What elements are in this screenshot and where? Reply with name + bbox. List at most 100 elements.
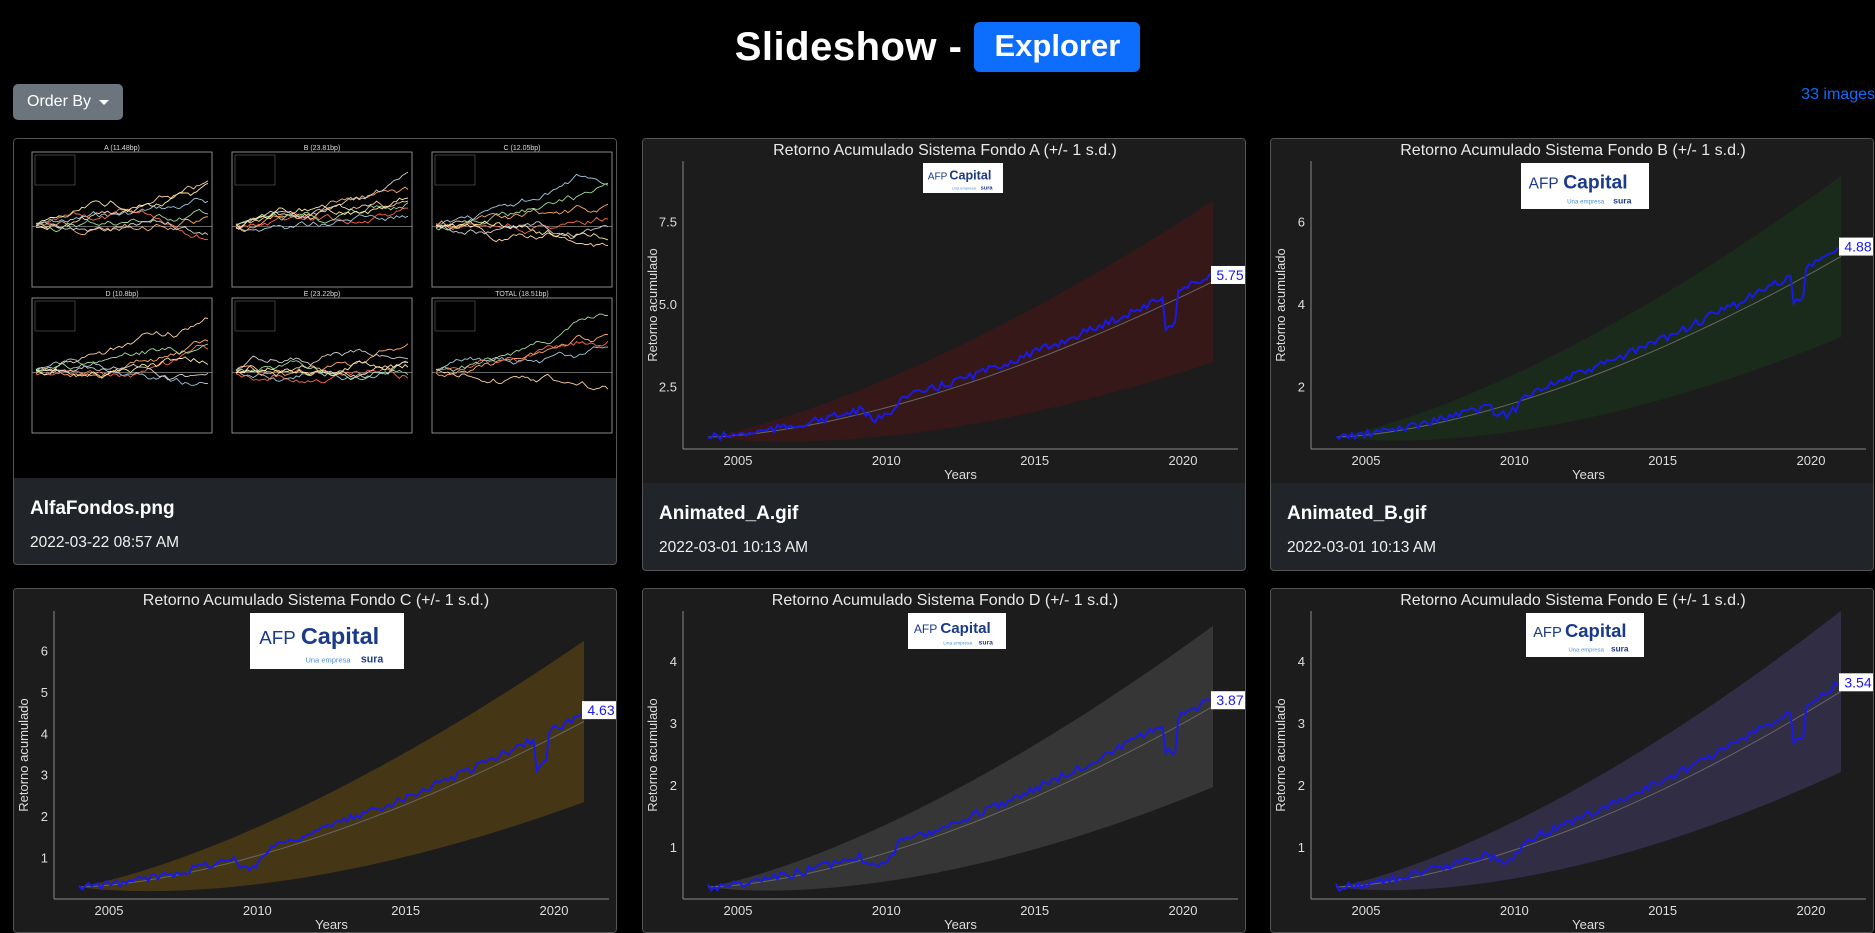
- last-value-label: 3.54: [1844, 674, 1871, 690]
- x-tick-label: 2010: [1500, 903, 1529, 918]
- x-tick-label: 2020: [1797, 453, 1826, 468]
- fund-chart: Retorno Acumulado Sistema Fondo A (+/- 1…: [643, 139, 1245, 484]
- logo-tagline: Una empresa: [1568, 648, 1604, 654]
- page-title: Slideshow - Explorer: [0, 22, 1875, 72]
- logo-capital: Capital: [301, 623, 379, 649]
- afp-capital-logo: AFP Capital Una empresa sura: [923, 163, 1003, 193]
- card-filename: AlfaFondos.png: [30, 498, 175, 519]
- logo-afp: AFP: [1529, 175, 1559, 192]
- y-tick-label: 4: [670, 654, 677, 669]
- card-date: 2022-03-01 10:13 AM: [659, 539, 809, 556]
- chart-title: Retorno Acumulado Sistema Fondo C (+/- 1…: [143, 592, 489, 609]
- card-thumbnail[interactable]: Retorno Acumulado Sistema Fondo D (+/- 1…: [643, 589, 1245, 932]
- logo-capital: Capital: [949, 169, 991, 183]
- x-tick-label: 2010: [872, 453, 901, 468]
- logo-capital: Capital: [940, 620, 990, 637]
- x-tick-label: 2010: [243, 903, 272, 918]
- card-thumbnail[interactable]: Retorno Acumulado Sistema Fondo A (+/- 1…: [643, 139, 1245, 484]
- chart-title: Retorno Acumulado Sistema Fondo D (+/- 1…: [772, 592, 1118, 609]
- mini-legend: [34, 154, 76, 186]
- afp-capital-logo: AFP Capital Una empresa sura: [908, 613, 1006, 649]
- x-tick-label: 2015: [1020, 453, 1049, 468]
- x-axis-label: Years: [1572, 467, 1605, 482]
- x-tick-label: 2020: [1169, 903, 1198, 918]
- y-tick-label: 1: [1298, 840, 1305, 855]
- order-by-dropdown[interactable]: Order By: [13, 84, 124, 120]
- mini-panel: A (11.48bp): [31, 145, 213, 288]
- multi-panel-chart: A (11.48bp) B (23.81bp) C (12.05bp) D (10.8…: [14, 139, 616, 478]
- x-axis-label: Years: [944, 467, 977, 482]
- x-tick-label: 2005: [724, 453, 753, 468]
- logo-sura: sura: [1613, 195, 1632, 205]
- logo-afp: AFP: [914, 622, 938, 636]
- mini-panel-title: TOTAL (18.51bp): [495, 291, 549, 298]
- x-tick-label: 2005: [724, 903, 753, 918]
- logo-afp: AFP: [928, 172, 948, 183]
- x-tick-label: 2005: [1352, 903, 1381, 918]
- card-thumbnail[interactable]: Retorno Acumulado Sistema Fondo C (+/- 1…: [14, 589, 616, 932]
- y-axis-label: Retorno acumulado: [16, 698, 31, 811]
- image-card-animated-b[interactable]: Retorno Acumulado Sistema Fondo B (+/- 1…: [1270, 138, 1874, 571]
- mini-panel-title: C (12.05bp): [504, 145, 541, 152]
- page-header: Slideshow - Explorer: [0, 0, 1875, 80]
- logo-tagline: Una empresa: [952, 185, 977, 190]
- last-value-label: 4.88: [1844, 239, 1871, 255]
- mini-panel: D (10.8bp): [31, 291, 213, 434]
- x-tick-label: 2020: [540, 903, 569, 918]
- explorer-button[interactable]: Explorer: [974, 22, 1141, 72]
- x-axis-label: Years: [944, 917, 977, 932]
- y-axis-label: Retorno acumulado: [1273, 248, 1288, 361]
- card-date: 2022-03-22 08:57 AM: [30, 534, 180, 551]
- mini-legend: [434, 154, 476, 186]
- y-tick-label: 6: [1298, 214, 1305, 229]
- chart-title: Retorno Acumulado Sistema Fondo B (+/- 1…: [1400, 142, 1746, 159]
- y-tick-label: 5: [41, 685, 48, 700]
- card-filename: Animated_A.gif: [659, 503, 799, 524]
- y-tick-label: 2: [670, 778, 677, 793]
- logo-tagline: Una empresa: [1567, 198, 1605, 205]
- image-card-animated-e[interactable]: Retorno Acumulado Sistema Fondo E (+/- 1…: [1270, 588, 1874, 933]
- x-tick-label: 2015: [1648, 903, 1677, 918]
- mini-panel: B (23.81bp): [231, 145, 413, 288]
- mini-legend: [234, 300, 276, 332]
- mini-legend: [234, 154, 276, 186]
- mini-panel-title: B (23.81bp): [304, 145, 341, 152]
- afp-capital-logo: AFP Capital Una empresa sura: [1526, 613, 1644, 657]
- logo-tagline: Una empresa: [305, 655, 351, 664]
- x-tick-label: 2010: [872, 903, 901, 918]
- fund-chart: Retorno Acumulado Sistema Fondo B (+/- 1…: [1271, 139, 1873, 484]
- caret-down-icon: [99, 99, 110, 105]
- y-axis-label: Retorno acumulado: [645, 698, 660, 811]
- y-tick-label: 2: [41, 809, 48, 824]
- x-tick-label: 2005: [95, 903, 124, 918]
- logo-sura: sura: [361, 653, 383, 665]
- image-card-animated-d[interactable]: Retorno Acumulado Sistema Fondo D (+/- 1…: [642, 588, 1246, 933]
- card-thumbnail[interactable]: Retorno Acumulado Sistema Fondo E (+/- 1…: [1271, 589, 1873, 932]
- y-tick-label: 2.5: [659, 380, 677, 395]
- card-date: 2022-03-01 10:13 AM: [1287, 539, 1437, 556]
- fund-chart: Retorno Acumulado Sistema Fondo D (+/- 1…: [643, 589, 1245, 932]
- chart-title: Retorno Acumulado Sistema Fondo E (+/- 1…: [1400, 592, 1746, 609]
- x-tick-label: 2020: [1169, 453, 1198, 468]
- logo-capital: Capital: [1563, 172, 1627, 193]
- mini-panel-title: A (11.48bp): [104, 145, 140, 152]
- fund-chart: Retorno Acumulado Sistema Fondo E (+/- 1…: [1271, 589, 1873, 932]
- fund-chart: Retorno Acumulado Sistema Fondo C (+/- 1…: [14, 589, 616, 932]
- afp-capital-logo: AFP Capital Una empresa sura: [250, 613, 404, 669]
- image-card-animated-c[interactable]: Retorno Acumulado Sistema Fondo C (+/- 1…: [13, 588, 617, 933]
- image-count[interactable]: 33 images: [1801, 86, 1875, 104]
- y-tick-label: 4: [1298, 297, 1305, 312]
- card-thumbnail[interactable]: A (11.48bp) B (23.81bp) C (12.05bp) D (10.8…: [14, 139, 616, 478]
- y-tick-label: 2: [1298, 380, 1305, 395]
- chart-title: Retorno Acumulado Sistema Fondo A (+/- 1…: [773, 142, 1117, 159]
- image-card-alfafondos[interactable]: A (11.48bp) B (23.81bp) C (12.05bp) D (10.8…: [13, 138, 617, 565]
- x-tick-label: 2015: [391, 903, 420, 918]
- x-tick-label: 2020: [1797, 903, 1826, 918]
- mini-legend: [34, 300, 76, 332]
- x-tick-label: 2015: [1020, 903, 1049, 918]
- card-thumbnail[interactable]: Retorno Acumulado Sistema Fondo B (+/- 1…: [1271, 139, 1873, 484]
- afp-capital-logo: AFP Capital Una empresa sura: [1521, 163, 1649, 209]
- image-card-animated-a[interactable]: Retorno Acumulado Sistema Fondo A (+/- 1…: [642, 138, 1246, 571]
- logo-afp: AFP: [259, 627, 296, 648]
- y-tick-label: 3: [1298, 716, 1305, 731]
